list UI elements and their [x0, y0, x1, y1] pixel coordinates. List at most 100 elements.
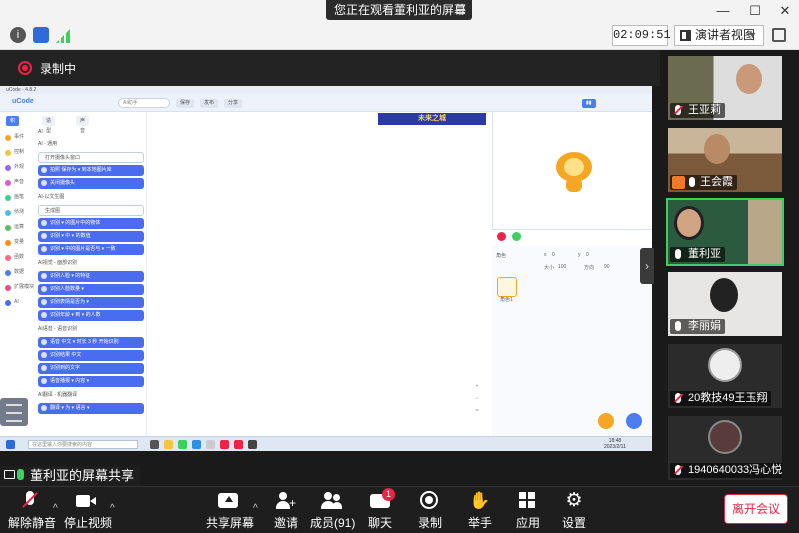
- raise-hand-button[interactable]: ✋ 举手: [462, 491, 498, 531]
- share-options-caret[interactable]: ^: [253, 503, 258, 514]
- shared-category-item: 控制: [4, 145, 34, 160]
- apps-button[interactable]: 应用: [510, 491, 546, 531]
- meeting-controls: 解除静音 ^ 停止视频 ^ 共享屏幕 ^ + 邀请 成员(91) 1 聊天 录制…: [0, 486, 799, 533]
- recording-icon[interactable]: [18, 61, 32, 75]
- taskbar-date: 2023/2/11: [604, 444, 626, 450]
- invite-button[interactable]: + 邀请: [266, 491, 306, 531]
- participant-name: 王亚莉: [670, 103, 725, 118]
- participant-tile[interactable]: 董利亚: [666, 198, 784, 266]
- audio-options-caret[interactable]: ^: [53, 503, 58, 514]
- settings-button[interactable]: ⚙ 设置: [556, 491, 592, 531]
- person-image: [710, 278, 738, 312]
- mic-icon: [675, 321, 681, 331]
- gear-icon: ⚙: [565, 490, 583, 511]
- shared-nav-button: 发布: [200, 99, 219, 108]
- stop-video-label: 停止视频: [64, 516, 113, 530]
- share-screen-button[interactable]: 共享屏幕: [206, 491, 255, 531]
- shared-category-item: 侦测: [4, 205, 34, 220]
- participant-tile[interactable]: 王会霞: [668, 128, 782, 192]
- raise-hand-label: 举手: [467, 516, 492, 530]
- recording-label: 录制中: [40, 62, 77, 76]
- participant-tile[interactable]: 李丽娟: [668, 272, 782, 336]
- sprite-y-value: 0: [586, 252, 589, 258]
- mic-icon: [689, 177, 695, 187]
- members-button[interactable]: 成员(91): [310, 491, 355, 531]
- avatar: [708, 348, 742, 382]
- lion-sprite-image: [556, 152, 592, 192]
- shared-category-item: 函数: [4, 250, 34, 265]
- share-notice-pill[interactable]: 您正在观看董利亚的屏幕 ☰: [326, 0, 472, 20]
- leave-meeting-button[interactable]: 离开会议: [724, 494, 788, 524]
- code-block: 识别人脸数量 ▾: [38, 284, 144, 295]
- avatar: [708, 420, 742, 454]
- menu-icon[interactable]: ☰: [455, 0, 466, 20]
- shared-tab: 声音: [76, 116, 90, 134]
- video-options-caret[interactable]: ^: [110, 503, 115, 514]
- sprite-thumbnail: [497, 277, 517, 297]
- shared-category-item: 外观: [4, 160, 34, 175]
- shared-search-input: AI助手: [118, 98, 170, 108]
- info-icon[interactable]: i: [10, 27, 26, 43]
- chat-button[interactable]: 1 聊天: [362, 488, 398, 531]
- fullscreen-icon[interactable]: [772, 28, 786, 42]
- zoom-out-icon: −: [475, 396, 479, 402]
- share-screen-label: 共享屏幕: [206, 516, 255, 530]
- mic-icon: [17, 469, 24, 480]
- code-block: 识别到的文字: [38, 363, 144, 374]
- chat-label: 聊天: [367, 516, 392, 530]
- speaker-view-button[interactable]: 演讲者视图 ▼: [674, 25, 764, 46]
- shared-category-item: 声音: [4, 175, 34, 190]
- shared-category-item: 事件: [4, 130, 34, 145]
- apps-label: 应用: [515, 516, 540, 530]
- members-icon: [321, 491, 343, 511]
- camera-icon: [75, 491, 97, 511]
- sprite-direction-label: 方向: [584, 265, 595, 271]
- shared-sprite-panel: [492, 246, 652, 436]
- maximize-button[interactable]: ☐: [740, 0, 770, 22]
- share-screen-icon: [217, 491, 239, 511]
- sprite-x-label: x: [544, 252, 547, 258]
- collapse-gallery-button[interactable]: ›: [640, 248, 654, 284]
- screen-share-owner-label: 董利亚的屏幕共享: [0, 466, 141, 486]
- close-button[interactable]: ✕: [770, 0, 799, 22]
- participant-name-text: 王亚莉: [688, 104, 721, 116]
- participant-tile[interactable]: 王亚莉: [668, 56, 782, 120]
- signal-icon[interactable]: [56, 27, 72, 43]
- palette-section-title: AI语音 - 语音识别: [38, 326, 78, 332]
- shared-screen: uCode - 4.8.2 uCode AI助手 保存 发布 分享 ▮▮ 积木 …: [0, 86, 652, 451]
- code-block: 识别人脸 ▾ 的特征: [38, 271, 144, 282]
- code-block: 识别结果 中文: [38, 350, 144, 361]
- mic-muted-icon: [675, 105, 681, 115]
- palette-section-title: AI: [38, 129, 43, 135]
- taskbar-app-icon: [150, 440, 159, 449]
- meeting-toolbar: i 02:09:51 演讲者视图 ▼: [0, 22, 799, 50]
- minimize-button[interactable]: —: [708, 0, 738, 22]
- shared-category-item: AI: [4, 295, 34, 310]
- participant-tile[interactable]: 20教技49王玉翔: [668, 344, 782, 408]
- shared-toggle: ▮▮: [582, 99, 596, 108]
- meeting-timer: 02:09:51: [612, 25, 671, 46]
- shared-taskbar: 在这里输入你要搜索的内容 18:48 2023/2/11: [0, 436, 652, 451]
- add-user-icon: +: [275, 491, 297, 511]
- participant-name: 20教技49王玉翔: [670, 391, 772, 406]
- shield-icon[interactable]: [33, 27, 49, 43]
- layout-icon: [680, 30, 691, 41]
- code-block: 识别 ▾ 的图片中的物体: [38, 218, 144, 229]
- taskbar-app-icon: [248, 440, 257, 449]
- unmute-button[interactable]: 解除静音: [8, 491, 56, 531]
- participant-tile[interactable]: 1940640033冯心悦: [668, 416, 782, 480]
- code-block: 识别 ▾ 中的图片是否与 ▾ 一致: [38, 244, 144, 255]
- person-image: [674, 206, 704, 240]
- code-block: 打开摄像头窗口: [38, 152, 144, 163]
- stop-video-button[interactable]: 停止视频: [64, 491, 113, 531]
- palette-section-title: AI视觉 - 面部识别: [38, 260, 78, 266]
- palette-section-title: AI翻译 - 机器翻译: [38, 392, 78, 398]
- code-block: 关闭摄像头: [38, 178, 144, 189]
- record-button[interactable]: 录制: [412, 491, 448, 531]
- sprite-x-value: 0: [552, 252, 555, 258]
- invite-label: 邀请: [273, 516, 298, 530]
- mic-muted-icon: [19, 491, 41, 511]
- zoom-in-icon: +: [475, 384, 479, 390]
- document-icon: [0, 398, 28, 426]
- windows-start-icon: [6, 440, 15, 449]
